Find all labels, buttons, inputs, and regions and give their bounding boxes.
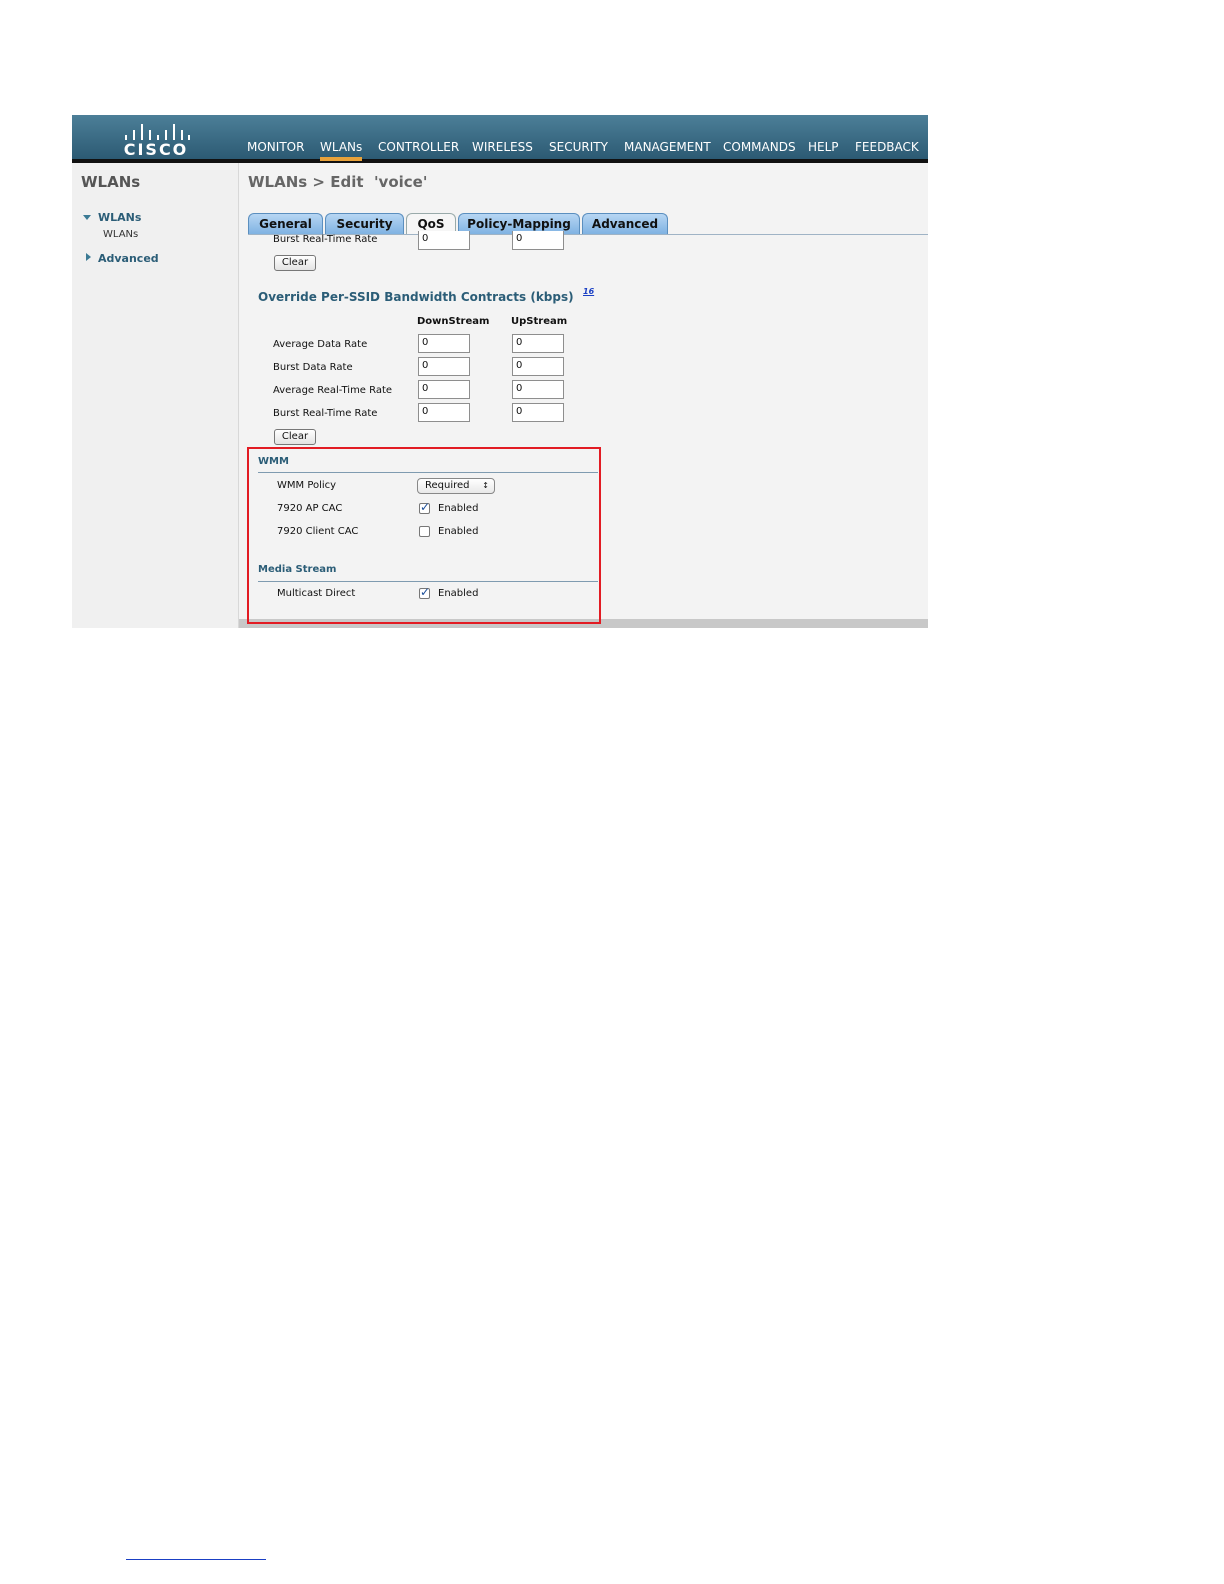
cisco-bars-icon	[122, 120, 190, 140]
expand-right-icon[interactable]	[86, 253, 91, 261]
nav-wireless[interactable]: WIRELESS	[472, 140, 533, 154]
nav-help[interactable]: HELP	[808, 140, 839, 154]
burst-real-time-rate-upstream-input[interactable]: 0	[512, 403, 564, 422]
nav-controller[interactable]: CONTROLLER	[378, 140, 459, 154]
nav-feedback[interactable]: FEEDBACK	[855, 140, 919, 154]
tab-security[interactable]: Security	[325, 213, 404, 234]
footnote-rule	[126, 1559, 266, 1560]
nav-commands[interactable]: COMMANDS	[723, 140, 796, 154]
top-header: CISCO MONITOR WLANs CONTROLLER WIRELESS …	[72, 115, 928, 163]
nav-security[interactable]: SECURITY	[549, 140, 608, 154]
nav-monitor[interactable]: MONITOR	[247, 140, 304, 154]
highlight-box	[247, 447, 601, 624]
sidebar-subitem-wlans[interactable]: WLANs	[103, 229, 138, 240]
tab-advanced[interactable]: Advanced	[582, 213, 668, 234]
burst-real-time-rate-downstream-input[interactable]: 0	[418, 403, 470, 422]
sidebar-item-wlans[interactable]: WLANs	[98, 211, 141, 224]
column-downstream: DownStream	[417, 316, 490, 327]
average-data-rate-label: Average Data Rate	[273, 339, 368, 350]
burst-real-time-rate-label: Burst Real-Time Rate	[273, 408, 378, 419]
nav-management[interactable]: MANAGEMENT	[624, 140, 711, 154]
column-upstream: UpStream	[511, 316, 568, 327]
top-burst-real-time-downstream[interactable]: 0	[418, 231, 470, 250]
sidebar-title: WLANs	[81, 173, 141, 191]
wlc-window: CISCO MONITOR WLANs CONTROLLER WIRELESS …	[72, 115, 928, 628]
clear-button-top[interactable]: Clear	[274, 255, 316, 271]
top-burst-real-time-label: Burst Real-Time Rate	[273, 234, 378, 245]
average-data-rate-upstream-input[interactable]: 0	[512, 334, 564, 353]
footnote-link[interactable]: 16	[583, 287, 594, 296]
override-section-title: Override Per-SSID Bandwidth Contracts (k…	[258, 290, 574, 304]
page-title: WLANs > Edit 'voice'	[248, 173, 428, 191]
nav-wlans[interactable]: WLANs	[320, 140, 363, 161]
average-real-time-rate-upstream-input[interactable]: 0	[512, 380, 564, 399]
top-burst-real-time-upstream[interactable]: 0	[512, 231, 564, 250]
cisco-logo-text: CISCO	[123, 140, 189, 159]
burst-data-rate-upstream-input[interactable]: 0	[512, 357, 564, 376]
average-data-rate-downstream-input[interactable]: 0	[418, 334, 470, 353]
cisco-logo: CISCO	[122, 120, 190, 159]
sidebar-item-advanced[interactable]: Advanced	[98, 252, 159, 265]
expand-down-icon[interactable]	[83, 215, 91, 220]
tab-general[interactable]: General	[248, 213, 323, 234]
clear-button[interactable]: Clear	[274, 429, 316, 445]
left-sidebar: WLANs WLANs WLANs Advanced	[72, 163, 238, 628]
burst-data-rate-label: Burst Data Rate	[273, 362, 353, 373]
burst-data-rate-downstream-input[interactable]: 0	[418, 357, 470, 376]
average-real-time-rate-downstream-input[interactable]: 0	[418, 380, 470, 399]
average-real-time-rate-label: Average Real-Time Rate	[273, 385, 393, 396]
